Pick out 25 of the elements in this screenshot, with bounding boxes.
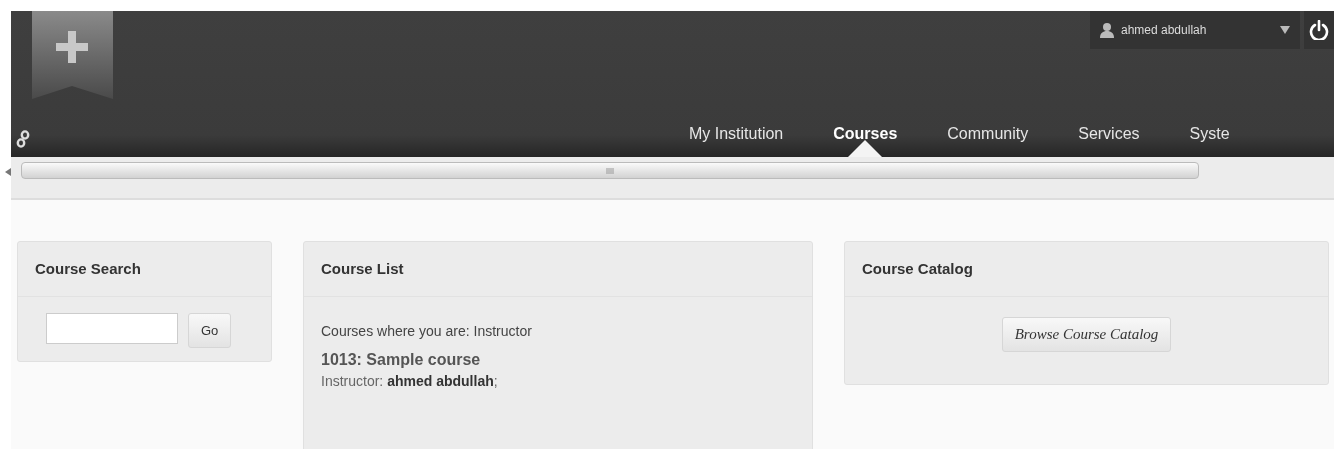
add-bookmark-ribbon[interactable] <box>32 11 113 99</box>
nav-tab[interactable]: Community <box>922 125 1054 157</box>
panel-title: Course Search <box>18 242 271 297</box>
nav-tab[interactable]: Services <box>1053 125 1165 157</box>
nav-tab[interactable]: My Institution <box>689 125 809 157</box>
panel-title: Course List <box>304 242 812 297</box>
user-menu[interactable]: ahmed abdullah <box>1090 11 1300 49</box>
course-title[interactable]: 1013: Sample course <box>321 351 795 369</box>
course-list-intro: Courses where you are: Instructor <box>321 323 533 339</box>
browse-catalog-button[interactable]: Browse Course Catalog <box>1001 317 1172 352</box>
horizontal-scrollbar[interactable] <box>21 162 1199 179</box>
link-icon[interactable] <box>16 130 30 148</box>
grip-icon <box>606 167 614 174</box>
user-icon <box>1100 22 1114 38</box>
nav-tab[interactable]: Courses <box>808 125 923 157</box>
search-field[interactable] <box>46 313 178 344</box>
scroll-left-arrow-icon[interactable] <box>5 168 11 176</box>
nav-tab[interactable]: Syste <box>1164 125 1255 157</box>
panel-title: Course Catalog <box>845 242 1328 297</box>
power-icon <box>1309 20 1329 40</box>
caret-icon <box>1280 26 1290 34</box>
go-button[interactable]: Go <box>188 313 232 348</box>
power-button[interactable] <box>1304 11 1334 49</box>
course-instructor: Instructor: ahmed abdullah; <box>321 373 499 389</box>
user-name: ahmed abdullah <box>1121 23 1208 37</box>
